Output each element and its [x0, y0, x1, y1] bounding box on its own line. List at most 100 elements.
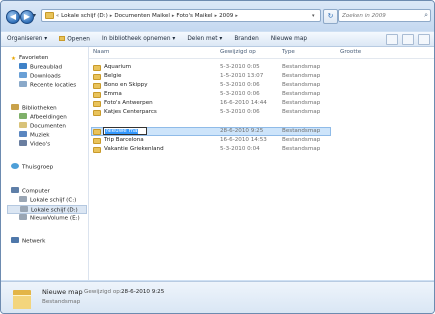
- file-name: Nieuwe map: [106, 128, 141, 134]
- column-header-name[interactable]: Naam: [93, 49, 110, 55]
- file-row[interactable]: Katjes Centerparcs 5-3-2010 0:06 Bestand…: [89, 108, 434, 117]
- nav-libraries[interactable]: Bibliotheken: [11, 104, 57, 113]
- breadcrumb-2009[interactable]: 2009: [219, 13, 233, 19]
- refresh-icon: ↻: [327, 12, 334, 20]
- drive-icon: [19, 214, 27, 220]
- file-row[interactable]: Vakantie Griekenland 5-3-2010 0:04 Besta…: [89, 145, 434, 154]
- address-bar[interactable]: « Lokale schijf (D:) ▸ Documenten Maikel…: [41, 9, 321, 22]
- nav-desktop[interactable]: Bureaublad: [19, 63, 62, 72]
- file-name: Belgie: [104, 73, 122, 79]
- nav-downloads[interactable]: Downloads: [19, 72, 61, 81]
- back-button[interactable]: ◀: [6, 10, 20, 24]
- file-type: Bestandsmap: [282, 64, 321, 70]
- column-header-size[interactable]: Grootte: [340, 49, 361, 55]
- nav-network[interactable]: Netwerk: [11, 237, 45, 246]
- navigation-pane: ★ Favorieten Bureaublad Downloads Recente…: [1, 47, 89, 280]
- file-modified: 28-6-2010 9:25: [220, 128, 264, 134]
- folder-icon: [93, 91, 101, 98]
- file-name: Emma: [104, 91, 122, 97]
- file-row[interactable]: Aquarium 5-3-2010 0:05 Bestandsmap: [89, 63, 434, 72]
- file-row-selected[interactable]: Nieuwe map 28-6-2010 9:25 Bestandsmap: [89, 127, 434, 136]
- folder-icon: [93, 82, 101, 89]
- breadcrumb-separator[interactable]: ▸: [110, 13, 113, 19]
- nav-homegroup[interactable]: Thuisgroep: [11, 163, 53, 172]
- music-icon: [19, 131, 27, 137]
- file-type: Bestandsmap: [282, 128, 321, 134]
- breadcrumb-documenten[interactable]: Documenten Maikel: [114, 13, 170, 19]
- breadcrumb-drive[interactable]: Lokale schijf (D:): [61, 13, 108, 19]
- documents-icon: [19, 122, 27, 128]
- file-modified: 5-3-2010 0:05: [220, 64, 260, 70]
- burn-button[interactable]: Branden: [228, 36, 265, 42]
- search-icon[interactable]: ⌕: [424, 11, 428, 20]
- preview-pane-button[interactable]: [402, 33, 414, 45]
- file-list: Naam Gewijzigd op Type Grootte Aquarium …: [89, 47, 434, 280]
- file-row[interactable]: Emma 5-3-2010 0:06 Bestandsmap: [89, 90, 434, 99]
- nav-documents[interactable]: Documenten: [19, 122, 66, 131]
- nav-recent[interactable]: Recente locaties: [19, 81, 76, 90]
- breadcrumb-separator[interactable]: ▸: [215, 13, 218, 19]
- libraries-icon: [11, 104, 19, 110]
- search-input[interactable]: [339, 10, 422, 21]
- share-with-button[interactable]: Delen met ▾: [181, 36, 228, 42]
- file-modified: 1-5-2010 13:07: [220, 73, 264, 79]
- recent-pages-dropdown[interactable]: ▾: [33, 12, 36, 19]
- star-icon: ★: [11, 55, 17, 62]
- file-modified: 5-3-2010 0:06: [220, 91, 260, 97]
- details-modified-value: 28-6-2010 9:25: [121, 289, 165, 295]
- file-type: Bestandsmap: [282, 137, 321, 143]
- nav-drive-e[interactable]: NieuwVolume (E:): [19, 214, 80, 223]
- file-row[interactable]: Belgie 1-5-2010 13:07 Bestandsmap: [89, 72, 434, 81]
- file-modified: 5-3-2010 0:06: [220, 109, 260, 115]
- view-options-button[interactable]: [386, 33, 398, 45]
- search-box[interactable]: ⌕: [338, 9, 431, 22]
- file-modified: 5-3-2010 0:06: [220, 82, 260, 88]
- breadcrumb-fotos[interactable]: Foto's Maikel: [176, 13, 212, 19]
- include-in-library-button[interactable]: In bibliotheek opnemen ▾: [96, 36, 181, 42]
- details-name: Nieuwe map: [42, 288, 83, 296]
- file-type: Bestandsmap: [282, 91, 321, 97]
- organize-button[interactable]: Organiseren ▾: [1, 36, 53, 42]
- help-button[interactable]: [418, 33, 430, 45]
- nav-computer[interactable]: Computer: [11, 187, 50, 196]
- folder-icon: [93, 73, 101, 80]
- breadcrumb-separator[interactable]: «: [56, 13, 59, 19]
- column-header-type[interactable]: Type: [282, 49, 295, 55]
- details-modified-label: Gewijzigd op:: [84, 289, 122, 295]
- column-header-modified[interactable]: Gewijzigd op: [220, 49, 256, 55]
- recent-places-icon: [19, 81, 27, 87]
- breadcrumb-separator[interactable]: ▸: [172, 13, 175, 19]
- file-row[interactable]: Trip Barcelona 16-6-2010 14:53 Bestandsm…: [89, 136, 434, 145]
- rename-input[interactable]: Nieuwe map: [103, 127, 147, 135]
- breadcrumb-separator[interactable]: ▸: [235, 13, 238, 19]
- address-bar-area: ◀ ▶ ▾ « Lokale schijf (D:) ▸ Documenten …: [1, 1, 434, 31]
- nav-pictures[interactable]: Afbeeldingen: [19, 113, 67, 122]
- file-type: Bestandsmap: [282, 82, 321, 88]
- homegroup-icon: [11, 163, 19, 169]
- chevron-down-icon[interactable]: ▾: [312, 13, 320, 19]
- folder-icon: [93, 100, 101, 107]
- file-modified: 5-3-2010 0:04: [220, 146, 260, 152]
- file-name: Vakantie Griekenland: [104, 146, 164, 152]
- nav-drive-c[interactable]: Lokale schijf (C:): [19, 196, 76, 205]
- file-type: Bestandsmap: [282, 100, 321, 106]
- pictures-icon: [19, 113, 27, 119]
- details-pane: Nieuwe map Gewijzigd op: 28-6-2010 9:25 …: [1, 281, 434, 313]
- open-icon: [59, 35, 66, 41]
- computer-icon: [11, 187, 19, 193]
- file-name: Trip Barcelona: [104, 137, 144, 143]
- drive-icon: [20, 206, 28, 212]
- nav-drive-d[interactable]: Lokale schijf (D:): [7, 205, 87, 214]
- details-type: Bestandsmap: [42, 299, 81, 305]
- file-row[interactable]: Foto's Antwerpen 16-6-2010 14:44 Bestand…: [89, 99, 434, 108]
- nav-videos[interactable]: Video's: [19, 140, 50, 149]
- file-row[interactable]: Bono en Skippy 5-3-2010 0:06 Bestandsmap: [89, 81, 434, 90]
- new-folder-button[interactable]: Nieuwe map: [265, 36, 313, 42]
- forward-button[interactable]: ▶: [20, 10, 34, 24]
- open-button[interactable]: Openen: [53, 35, 96, 42]
- nav-favorites[interactable]: ★ Favorieten: [11, 54, 48, 63]
- refresh-button[interactable]: ↻: [323, 9, 338, 24]
- folder-icon: [13, 288, 31, 309]
- nav-music[interactable]: Muziek: [19, 131, 50, 140]
- file-name: Katjes Centerparcs: [104, 109, 157, 115]
